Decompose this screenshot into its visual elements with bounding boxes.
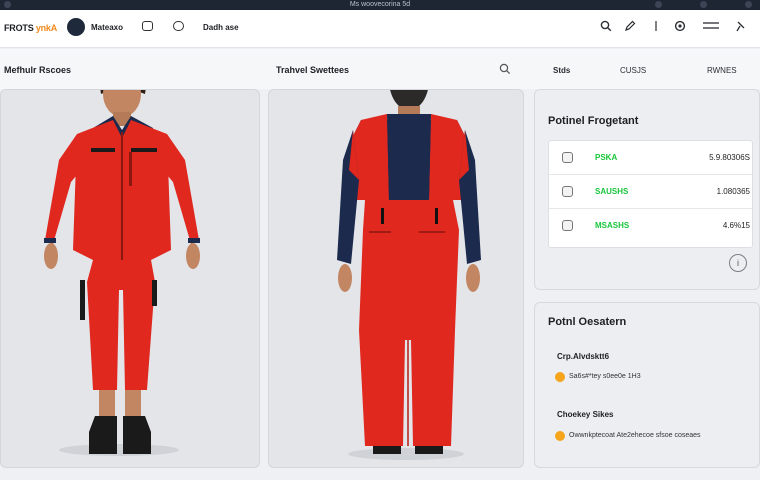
- item-status: MSASHS: [595, 221, 630, 230]
- brand-logo[interactable]: FROTS ynkA: [4, 23, 57, 33]
- search-icon[interactable]: [600, 20, 612, 32]
- top-navigation-bar: FROTS ynkA Mateaxo Dadh ase: [0, 10, 760, 48]
- item-status: PSKA: [595, 153, 618, 162]
- fragment-list: PSKA 5.9.80306S SAUSHS 1.080365 MSASHS 4…: [548, 140, 754, 248]
- item-icon: [562, 186, 573, 197]
- layout-icon[interactable]: [142, 21, 153, 31]
- info-icon[interactable]: i: [729, 254, 747, 272]
- operations-card-title: Potnl Oesatern: [548, 316, 627, 328]
- center-section-title: Trahvel Swettees: [276, 65, 350, 75]
- window-menu-icon[interactable]: [4, 1, 11, 8]
- record-icon[interactable]: [674, 20, 686, 32]
- fragment-card-title: Potinel Frogetant: [548, 115, 639, 127]
- edit-icon[interactable]: [624, 20, 636, 32]
- operation-heading: Choekey Sikes: [557, 410, 614, 419]
- fragment-card: Potinel Frogetant PSKA 5.9.80306S SAUSHS…: [534, 89, 760, 290]
- item-icon: [562, 220, 573, 231]
- window-close-icon[interactable]: [745, 1, 752, 8]
- search-icon[interactable]: [499, 63, 511, 75]
- bullet-icon: [555, 372, 565, 382]
- list-item[interactable]: PSKA 5.9.80306S: [549, 141, 754, 175]
- window-minimize-icon[interactable]: [655, 1, 662, 8]
- list-item[interactable]: SAUSHS 1.080365: [549, 175, 754, 209]
- item-value: 1.080365: [716, 187, 750, 196]
- tab-stats[interactable]: Stds: [553, 66, 570, 75]
- operation-text[interactable]: Owwnkptecoat Ate2ehecoe sfsoe coseaes: [569, 432, 701, 439]
- tab-reviews[interactable]: RWNES: [707, 66, 737, 75]
- item-status: SAUSHS: [595, 187, 629, 196]
- operations-card: Potnl Oesatern Crp.Alvdsktt6 Sa6s#*tey s…: [534, 302, 760, 468]
- operation-heading: Crp.Alvdsktt6: [557, 352, 610, 361]
- left-section-title: Mefhulr Rscoes: [4, 65, 72, 75]
- menu-lines-icon[interactable]: [702, 20, 720, 32]
- section-header-bar: Mefhulr Rscoes Trahvel Swettees Stds CUS…: [0, 49, 760, 89]
- dashboard-link[interactable]: Dadh ase: [203, 23, 239, 32]
- item-icon: [562, 152, 573, 163]
- user-name[interactable]: Mateaxo: [91, 23, 123, 32]
- item-value: 4.6%15: [722, 221, 750, 230]
- brand-accent-text: ynkA: [35, 23, 58, 33]
- window-title: Ms woovecorina 5d: [349, 1, 411, 8]
- operation-text[interactable]: Sa6s#*tey s0ee0e 1H3: [569, 373, 641, 380]
- list-item[interactable]: MSASHS 4.6%15: [549, 209, 754, 243]
- front-view-panel[interactable]: [0, 89, 260, 468]
- pin-icon[interactable]: [734, 20, 746, 32]
- user-avatar[interactable]: [67, 18, 85, 36]
- back-view-panel[interactable]: [268, 89, 524, 468]
- item-value: 5.9.80306S: [709, 153, 750, 162]
- divider-icon: [650, 20, 662, 32]
- window-titlebar: Ms woovecorina 5d: [0, 0, 760, 10]
- chat-icon[interactable]: [173, 21, 184, 31]
- coverall-back-image: [337, 90, 481, 460]
- tab-colors[interactable]: CUSJS: [620, 66, 646, 75]
- brand-text: FROTS: [4, 23, 34, 33]
- coverall-front-image: [44, 90, 200, 456]
- window-maximize-icon[interactable]: [700, 1, 707, 8]
- bullet-icon: [555, 431, 565, 441]
